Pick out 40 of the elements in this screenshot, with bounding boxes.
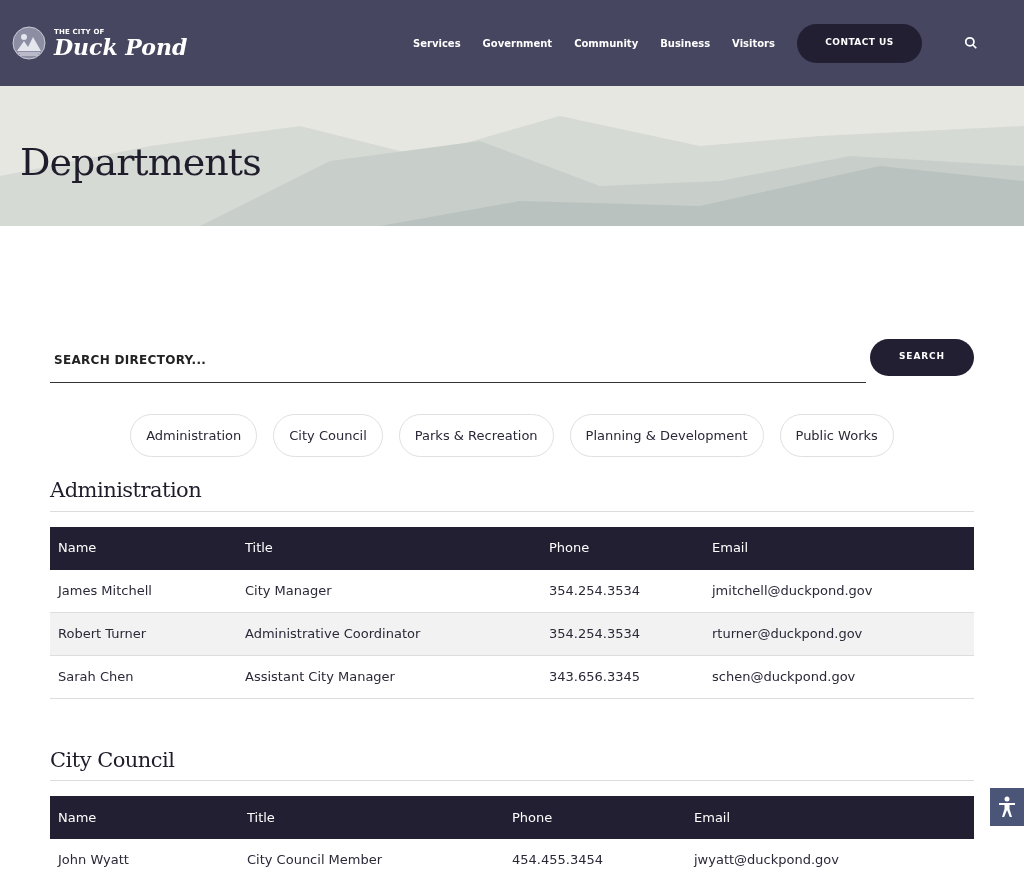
table-cell-text: 354.254.3534 xyxy=(549,624,641,643)
table-cell-text: City Manager xyxy=(245,581,333,600)
table-cell-text: City Council Member xyxy=(247,851,384,870)
table-cell-text: rturner@duckpond.gov xyxy=(712,624,864,643)
table-cell-text: 354.254.3534 xyxy=(549,581,641,600)
table-cell-text: jmitchell@duckpond.gov xyxy=(712,581,874,600)
column-header: Phone xyxy=(549,539,591,558)
nav-link[interactable]: Services xyxy=(413,35,461,51)
nav-link[interactable]: Community xyxy=(574,35,639,51)
contact-button[interactable]: CONTACT US xyxy=(797,23,922,63)
page-title: Departments xyxy=(20,138,261,186)
search-icon[interactable] xyxy=(964,36,978,50)
nav-link[interactable]: Visitors xyxy=(732,35,775,51)
table-cell-text: James Mitchell xyxy=(58,581,153,600)
table-cell-text: schen@duckpond.gov xyxy=(712,667,857,686)
section-heading: City Council xyxy=(50,744,974,781)
accessibility-button[interactable] xyxy=(990,788,1024,826)
table-cell-text: Sarah Chen xyxy=(58,667,135,686)
column-header: Phone xyxy=(512,808,554,827)
column-header: Email xyxy=(694,808,732,827)
column-header: Name xyxy=(58,539,98,558)
column-header: Email xyxy=(712,539,750,558)
table-cell-text: 343.656.3345 xyxy=(549,667,641,686)
column-header: Title xyxy=(245,539,274,558)
logo-emblem-icon xyxy=(12,26,46,60)
table-cell-text: Robert Turner xyxy=(58,624,148,643)
nav-link[interactable]: Government xyxy=(482,35,553,51)
search-button[interactable]: SEARCH xyxy=(870,338,974,376)
nav-link[interactable]: Business xyxy=(660,35,711,51)
table-cell-text: 454.455.3454 xyxy=(512,851,604,870)
table-cell-text: Administrative Coordinator xyxy=(245,624,422,643)
table-cell-text: Assistant City Manager xyxy=(245,667,396,686)
column-header: Title xyxy=(247,808,276,827)
accessibility-icon xyxy=(997,796,1017,818)
column-header: Name xyxy=(58,808,98,827)
table-cell-text: jwyatt@duckpond.gov xyxy=(694,851,840,870)
section-heading: Administration xyxy=(50,475,974,512)
search-field[interactable]: SEARCH DIRECTORY... xyxy=(50,337,866,383)
logo-wordmark: Duck Pond xyxy=(54,35,188,58)
table-cell-text: John Wyatt xyxy=(58,851,130,870)
